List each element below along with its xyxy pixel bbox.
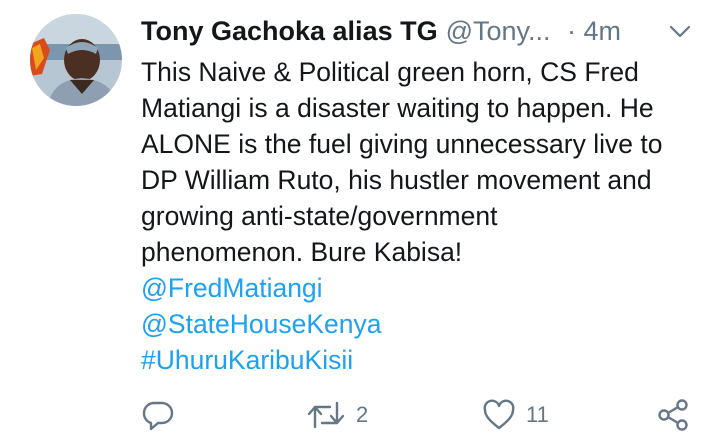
tweet-text-line: This Naive & Political green horn, CS Fr…: [141, 57, 639, 87]
share-icon: [658, 399, 688, 431]
tweet-header: Tony Gachoka alias TG @Tony... · 4m: [141, 12, 701, 50]
retweet-count: 2: [356, 402, 369, 427]
hashtag-link[interactable]: #UhuruKaribuKisii: [141, 342, 706, 378]
tweet-text-line: DP William Ruto, his hustler movement an…: [141, 165, 652, 195]
tweet-text-line: phenomenon. Bure Kabisa!: [141, 237, 463, 267]
tweet-text: This Naive & Political green horn, CS Fr…: [141, 54, 706, 378]
heart-icon: [483, 399, 515, 430]
mention-link[interactable]: @StateHouseKenya: [141, 306, 706, 342]
retweet-button[interactable]: 2: [306, 395, 368, 435]
retweet-icon: [307, 401, 345, 429]
like-count: 11: [526, 402, 549, 427]
share-button[interactable]: [656, 395, 690, 435]
tweet-text-line: ALONE is the fuel giving unnecessary liv…: [141, 129, 663, 159]
mention-link[interactable]: @FredMatiangi: [141, 270, 706, 306]
tweet-text-line: Matiangi is a disaster waiting to happen…: [141, 93, 654, 123]
timestamp[interactable]: · 4m: [567, 12, 621, 50]
author-handle[interactable]: @Tony...: [446, 16, 551, 46]
reply-button[interactable]: [141, 395, 175, 435]
tweet-text-line: growing anti-state/government: [141, 201, 498, 231]
avatar[interactable]: [30, 14, 122, 106]
tweet-actions: 2 11: [141, 395, 701, 435]
chevron-down-icon[interactable]: [667, 18, 693, 44]
like-button[interactable]: 11: [482, 395, 549, 435]
author-name[interactable]: Tony Gachoka alias TG: [141, 16, 438, 46]
reply-icon: [142, 401, 174, 431]
